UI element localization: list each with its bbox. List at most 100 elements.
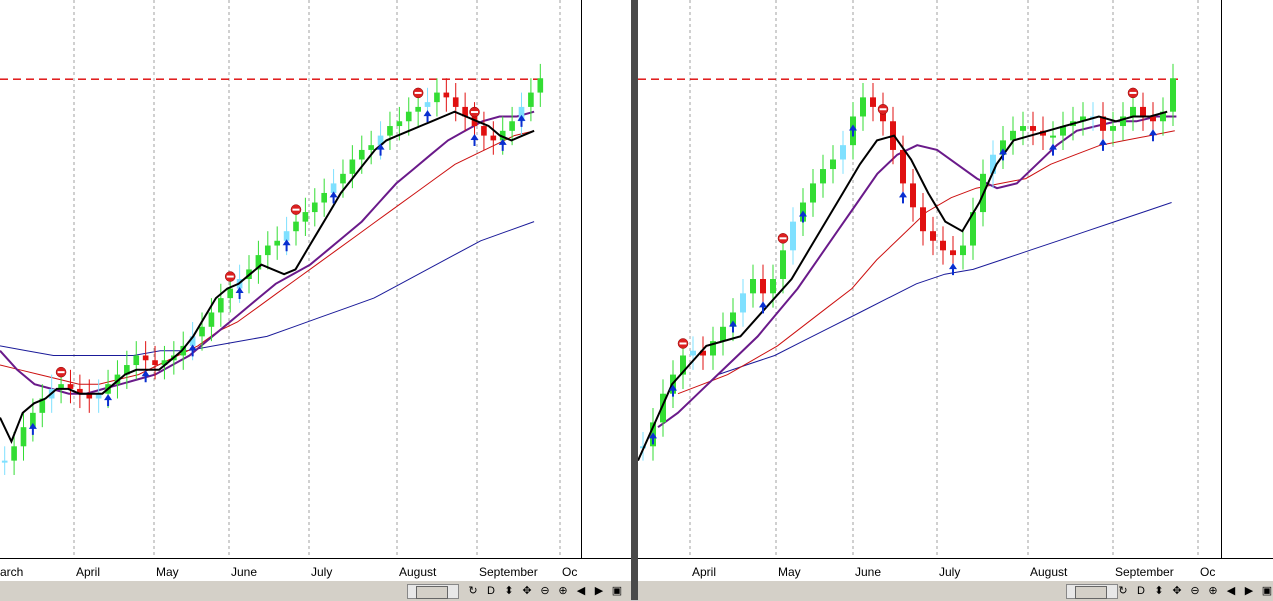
scrollbar-thumb-right[interactable]: [1075, 586, 1107, 599]
buy-signal-arrow-icon: [235, 287, 244, 299]
price-chart-right[interactable]: [638, 0, 1221, 558]
candle-body: [208, 312, 215, 327]
price-chart-left[interactable]: [0, 0, 581, 558]
candle-body: [910, 183, 916, 208]
buy-signal-arrow-icon: [282, 239, 291, 252]
D-icon[interactable]: D: [1133, 583, 1149, 599]
horizontal-scrollbar-right[interactable]: [1066, 584, 1118, 599]
zoom-out-icon[interactable]: ⊖: [1187, 583, 1203, 599]
scroll-right-icon[interactable]: ▶: [591, 583, 607, 599]
candle-body: [321, 192, 327, 203]
candle-body: [740, 293, 746, 313]
stop-signal-icon-bar: [879, 108, 887, 111]
zoom-icon[interactable]: ⊕: [555, 583, 571, 599]
candle-body: [940, 240, 946, 251]
scroll-left-icon[interactable]: ◀: [1223, 583, 1239, 599]
candle-body: [1050, 135, 1056, 138]
candle-body: [368, 145, 374, 150]
candle-body: [302, 212, 309, 222]
candle-body: [11, 446, 17, 461]
chart-toolbar-right: ↻ D ⬍ ✥ ⊖ ⊕ ◀ ▶ ▣: [638, 580, 1273, 601]
candle-body: [780, 250, 786, 279]
candle-body: [396, 121, 403, 127]
month-label: September: [1115, 565, 1174, 579]
stop-signal-icon-bar: [57, 371, 65, 374]
zoom-icon[interactable]: ⊕: [1205, 583, 1221, 599]
candle-body: [930, 231, 936, 241]
month-label: Oc: [562, 565, 578, 579]
candle-body: [820, 169, 826, 184]
window-icon[interactable]: ▣: [609, 583, 625, 599]
ma-blue-line: [0, 221, 535, 356]
chart-toolbar-left: ↻ D ⬍ ✥ ⊖ ⊕ ◀ ▶ ▣: [0, 580, 631, 601]
candle-body: [1140, 106, 1146, 117]
candle-body: [960, 245, 966, 256]
month-label: May: [156, 565, 179, 579]
month-label: June: [855, 565, 882, 579]
pane-divider[interactable]: [631, 0, 638, 600]
horizontal-scrollbar-left[interactable]: [407, 584, 459, 599]
candle-body: [790, 221, 796, 251]
candle-body: [349, 159, 356, 174]
updown-icon[interactable]: ⬍: [501, 583, 517, 599]
buy-signal-arrow-icon: [1099, 138, 1107, 151]
candle-body: [950, 250, 956, 256]
stop-signal-icon-bar: [779, 237, 787, 240]
scroll-left-icon[interactable]: ◀: [573, 583, 589, 599]
zoom-out-icon[interactable]: ⊖: [537, 583, 553, 599]
updown-icon[interactable]: ⬍: [1151, 583, 1167, 599]
scrollbar-thumb-left[interactable]: [416, 586, 448, 599]
candle-body: [509, 121, 515, 131]
ma-red-line: [0, 130, 535, 385]
month-label: Oc: [1200, 565, 1216, 579]
buy-signal-arrow-icon: [498, 138, 507, 151]
date-axis-left: arch April May June July August September Oc: [0, 558, 631, 581]
candle-body: [199, 326, 205, 337]
month-label: April: [76, 565, 101, 579]
stop-signal-icon-bar: [679, 342, 687, 345]
month-label: June: [231, 565, 258, 579]
candle-body: [424, 102, 431, 107]
buy-signal-arrow-icon: [899, 191, 907, 204]
zoom-in-icon[interactable]: ↻: [1115, 583, 1131, 599]
candle-body: [490, 135, 497, 141]
buy-signal-arrow-icon: [423, 110, 432, 123]
chart-pane-right: April May June July August September Oc ↻ D ⬍ ✥ ⊖ ⊕…: [638, 0, 1273, 601]
move-icon[interactable]: ✥: [1169, 583, 1185, 599]
stop-signal-icon-bar: [471, 111, 479, 114]
candle-body: [264, 245, 271, 256]
candle-body: [452, 97, 459, 107]
candle-body: [311, 202, 318, 213]
candle-body: [1110, 126, 1116, 131]
candle-body: [1, 460, 8, 463]
month-label: arch: [0, 565, 24, 579]
candle-body: [528, 92, 534, 107]
stop-signal-icon-bar: [292, 208, 300, 211]
month-label: August: [399, 565, 437, 579]
zoom-in-icon[interactable]: ↻: [465, 583, 481, 599]
candle-body: [690, 350, 696, 356]
stop-signal-icon-bar: [1129, 91, 1137, 94]
candle-body: [1170, 78, 1176, 112]
ma-blue-line: [717, 202, 1172, 376]
move-icon[interactable]: ✥: [519, 583, 535, 599]
candle-body: [810, 183, 816, 203]
scroll-right-icon[interactable]: ▶: [1241, 583, 1257, 599]
candle-body: [152, 360, 158, 366]
month-label: July: [311, 565, 333, 579]
ma-purple-line: [657, 115, 1177, 429]
candle-body: [340, 173, 346, 184]
candle-body: [227, 288, 234, 299]
month-label: May: [778, 565, 801, 579]
candle-body: [358, 149, 365, 160]
candle-body: [760, 279, 766, 294]
window-icon[interactable]: ▣: [1259, 583, 1273, 599]
buy-signal-arrow-icon: [759, 301, 767, 314]
month-label: August: [1030, 565, 1068, 579]
chart-pane-left: arch April May June July August September Oc ↻ D…: [0, 0, 632, 601]
candle-body: [920, 207, 926, 232]
candle-body: [840, 145, 846, 160]
price-axis-right: [1221, 0, 1272, 558]
candle-body: [142, 355, 149, 361]
D-icon[interactable]: D: [483, 583, 499, 599]
